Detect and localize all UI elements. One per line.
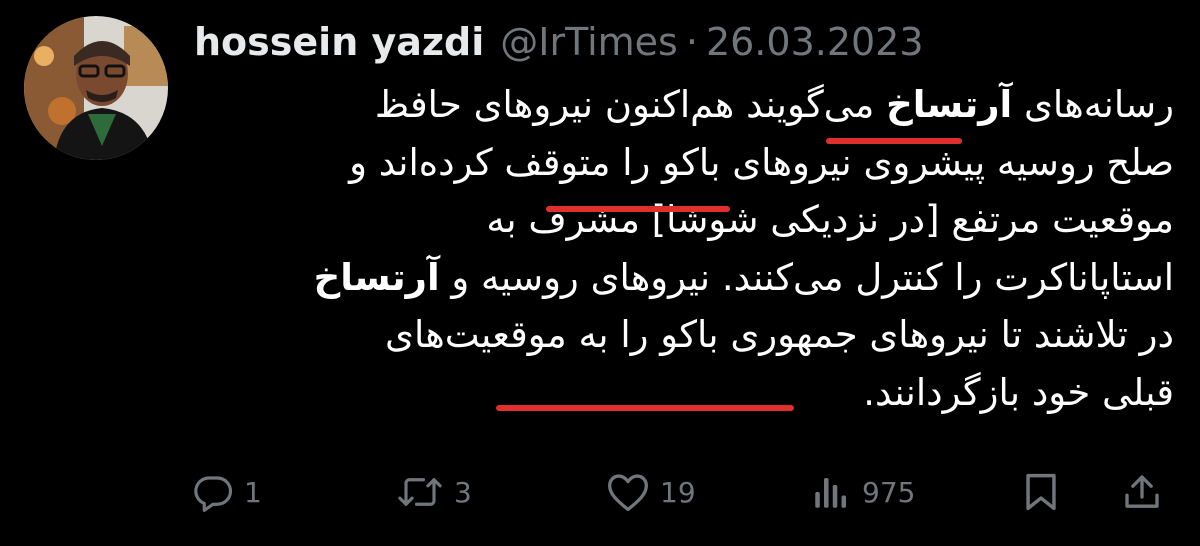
heart-icon	[606, 471, 650, 513]
text-run: موقعیت مرتفع [در نزدیکی شوشا] مشرف به	[486, 198, 1174, 241]
tweet-date[interactable]: 26.03.2023	[706, 20, 924, 64]
reply-count: 1	[244, 475, 262, 509]
text-run: در تلاشند تا نیروهای جمهوری باکو را به م…	[384, 313, 1174, 356]
red-underline	[496, 405, 794, 411]
text-run: رسانه‌های	[1012, 83, 1174, 126]
share-button[interactable]	[1122, 462, 1162, 522]
reply-icon	[192, 471, 234, 513]
text-run: صلح روسیه پیشروی نیروهای باکو را متوقف ک…	[349, 140, 1174, 184]
retweet-count: 3	[454, 475, 472, 509]
user-handle[interactable]: @IrTimes	[500, 20, 678, 64]
text-run: استاپاناکرت را کنترل می‌کنند. نیروهای رو…	[439, 255, 1174, 299]
display-name[interactable]: hossein yazdi	[194, 20, 484, 64]
red-underline	[826, 138, 962, 144]
views-button[interactable]: 975	[810, 462, 915, 522]
bold-text-run: آرتساخ	[886, 83, 1013, 126]
bookmark-icon	[1022, 471, 1060, 513]
like-count: 19	[660, 475, 696, 509]
tweet-text-line: استاپاناکرت را کنترل می‌کنند. نیروهای رو…	[194, 249, 1174, 307]
tweet-text-line: در تلاشند تا نیروهای جمهوری باکو را به م…	[194, 306, 1174, 364]
red-underline	[546, 206, 730, 212]
tweet-text-line: موقعیت مرتفع [در نزدیکی شوشا] مشرف به	[194, 191, 1174, 249]
like-button[interactable]: 19	[606, 462, 696, 522]
reply-button[interactable]: 1	[192, 462, 262, 522]
action-bar: 1 3 19 975	[0, 462, 1200, 522]
avatar[interactable]	[24, 16, 168, 160]
text-run: قبلی خود بازگردانند.	[863, 370, 1174, 414]
tweet: hossein yazdi @IrTimes · 26.03.2023 رسان…	[0, 0, 1200, 546]
share-icon	[1122, 471, 1162, 513]
text-run: می‌گویند هم‌اکنون نیروهای حافظ	[374, 83, 887, 126]
tweet-text-line: قبلی خود بازگردانند.	[194, 364, 1174, 422]
retweet-button[interactable]: 3	[396, 462, 472, 522]
tweet-text: رسانه‌های آرتساخ می‌گویند هم‌اکنون نیروه…	[194, 76, 1174, 421]
views-count: 975	[862, 475, 916, 509]
tweet-text-line: صلح روسیه پیشروی نیروهای باکو را متوقف ک…	[194, 134, 1174, 192]
views-icon	[810, 471, 852, 513]
tweet-header: hossein yazdi @IrTimes · 26.03.2023	[194, 14, 924, 70]
bold-text-run: آرتساخ	[313, 255, 440, 299]
bookmark-button[interactable]	[1022, 462, 1060, 522]
retweet-icon	[396, 471, 444, 513]
separator: ·	[685, 20, 698, 64]
tweet-text-line: رسانه‌های آرتساخ می‌گویند هم‌اکنون نیروه…	[194, 76, 1174, 134]
